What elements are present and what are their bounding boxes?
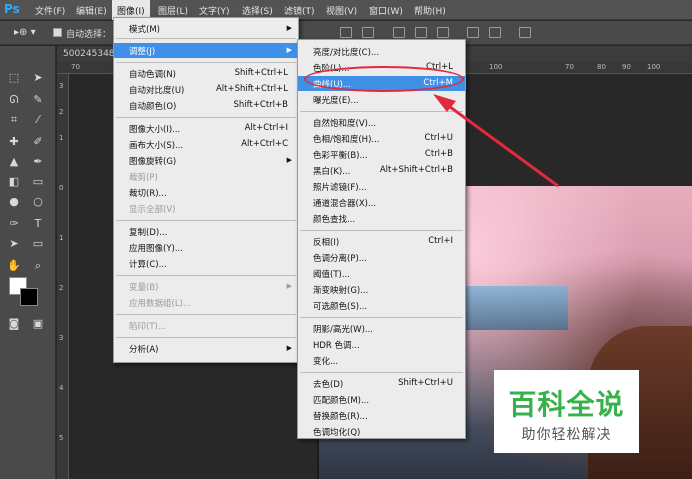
watermark-subtitle: 助你轻松解决 [521,427,612,443]
watermark: 百科全说 助你轻松解决 [494,370,639,453]
watermark-title: 百科全说 [508,388,625,421]
